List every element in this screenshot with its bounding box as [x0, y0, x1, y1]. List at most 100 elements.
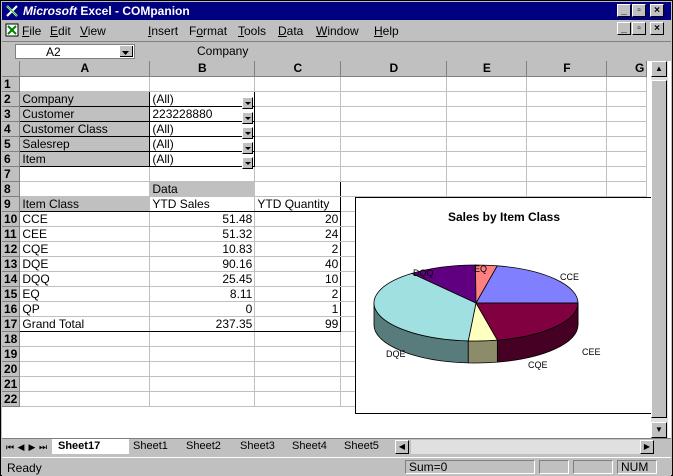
- column-header[interactable]: C: [254, 61, 342, 77]
- scroll-down-button[interactable]: ▼: [651, 422, 667, 438]
- page-field-label[interactable]: Salesrep: [19, 135, 151, 152]
- page-field-label[interactable]: Customer Class: [19, 120, 151, 137]
- cell[interactable]: [254, 166, 342, 182]
- pivot-item-class[interactable]: QP: [19, 301, 151, 317]
- row-header[interactable]: 10: [2, 211, 21, 227]
- row-header[interactable]: 17: [2, 316, 21, 332]
- cell[interactable]: [19, 180, 151, 197]
- column-header[interactable]: F: [526, 61, 608, 77]
- tab-sheet5[interactable]: Sheet5: [340, 439, 392, 454]
- cell[interactable]: [340, 151, 448, 167]
- row-header[interactable]: 11: [2, 226, 21, 242]
- tab-sheet3[interactable]: Sheet3: [236, 439, 288, 454]
- pivot-grand-total-sales[interactable]: 237.35: [149, 315, 256, 332]
- maximize-button[interactable]: ▫: [632, 4, 646, 17]
- cell[interactable]: [149, 361, 256, 377]
- column-header[interactable]: B: [149, 61, 256, 77]
- pivot-qty[interactable]: 24: [254, 226, 342, 242]
- column-header[interactable]: E: [446, 61, 528, 77]
- row-header[interactable]: 19: [2, 346, 21, 362]
- page-field-dropdown-button[interactable]: [242, 142, 253, 154]
- pivot-qty[interactable]: 1: [254, 301, 342, 317]
- row-header[interactable]: 6: [2, 151, 21, 167]
- cell[interactable]: [606, 181, 648, 197]
- pivot-item-class[interactable]: EQ: [19, 286, 151, 302]
- cell[interactable]: [149, 391, 256, 407]
- page-field-value[interactable]: (All): [149, 120, 256, 137]
- menu-help[interactable]: Help: [374, 24, 399, 38]
- hscroll-left-button[interactable]: ◀: [395, 440, 409, 454]
- row-header[interactable]: 14: [2, 271, 21, 287]
- pivot-qty[interactable]: 40: [254, 256, 342, 272]
- pivot-item-class[interactable]: DQQ: [19, 271, 151, 287]
- page-field-dropdown-button[interactable]: [242, 127, 253, 139]
- cell[interactable]: [254, 76, 342, 92]
- cell[interactable]: [254, 180, 342, 197]
- cell[interactable]: [340, 106, 448, 122]
- cell[interactable]: [149, 331, 256, 347]
- tab-sheet2[interactable]: Sheet2: [182, 439, 234, 454]
- cell[interactable]: [606, 121, 648, 137]
- page-field-dropdown-button[interactable]: [242, 157, 253, 169]
- select-all-corner[interactable]: [2, 61, 21, 77]
- row-header[interactable]: 2: [2, 91, 21, 107]
- page-field-label[interactable]: Customer: [19, 105, 151, 122]
- doc-minimize-button[interactable]: _: [617, 22, 631, 35]
- cell[interactable]: [606, 151, 648, 167]
- pivot-qty[interactable]: 2: [254, 241, 342, 257]
- cell[interactable]: [149, 376, 256, 392]
- row-header[interactable]: 18: [2, 331, 21, 347]
- cell[interactable]: [254, 151, 342, 167]
- menu-data[interactable]: Data: [278, 24, 303, 38]
- cell[interactable]: [19, 391, 151, 407]
- menu-window[interactable]: Window: [316, 24, 359, 38]
- cell[interactable]: [254, 346, 342, 362]
- tab-sheet17[interactable]: Sheet17: [52, 439, 130, 454]
- cell[interactable]: [340, 91, 448, 107]
- cell[interactable]: [254, 121, 342, 137]
- cell[interactable]: [606, 76, 648, 92]
- row-header[interactable]: 21: [2, 376, 21, 392]
- pivot-col-header[interactable]: YTD Quantity: [254, 195, 342, 212]
- row-header[interactable]: 1: [2, 76, 21, 92]
- cell[interactable]: [526, 151, 608, 167]
- minimize-button[interactable]: _: [617, 4, 631, 17]
- cell[interactable]: [606, 166, 648, 182]
- hscroll-right-button[interactable]: ▶: [640, 440, 654, 454]
- horizontal-scroll-track[interactable]: [411, 440, 641, 454]
- cell[interactable]: [446, 121, 528, 137]
- pivot-data-label[interactable]: Data: [149, 180, 256, 197]
- cell[interactable]: [606, 106, 648, 122]
- pivot-sales[interactable]: 0: [149, 301, 256, 317]
- page-field-value[interactable]: (All): [149, 90, 256, 107]
- cell[interactable]: [254, 91, 342, 107]
- column-header[interactable]: A: [19, 61, 151, 77]
- pivot-sales[interactable]: 25.45: [149, 271, 256, 287]
- cell[interactable]: [526, 91, 608, 107]
- page-field-value[interactable]: (All): [149, 150, 256, 167]
- name-box-dropdown-icon[interactable]: [120, 46, 133, 57]
- pivot-item-class[interactable]: CEE: [19, 226, 151, 242]
- cell[interactable]: [254, 331, 342, 347]
- cell[interactable]: [526, 76, 608, 92]
- page-field-label[interactable]: Company: [19, 90, 151, 107]
- cell[interactable]: [19, 331, 151, 347]
- scroll-up-button[interactable]: ▲: [651, 61, 667, 77]
- doc-restore-button[interactable]: ▫: [632, 22, 646, 35]
- cell[interactable]: [446, 106, 528, 122]
- page-field-dropdown-button[interactable]: [242, 97, 253, 109]
- pivot-item-class[interactable]: CCE: [19, 211, 151, 227]
- row-header[interactable]: 3: [2, 106, 21, 122]
- tab-sheet4[interactable]: Sheet4: [288, 439, 340, 454]
- cell[interactable]: [19, 376, 151, 392]
- pivot-grand-total-qty[interactable]: 99: [254, 315, 342, 332]
- cell[interactable]: [606, 136, 648, 152]
- page-field-value[interactable]: (All): [149, 135, 256, 152]
- column-header[interactable]: G: [606, 61, 648, 77]
- row-header[interactable]: 22: [2, 391, 21, 407]
- pivot-col-header[interactable]: YTD Sales: [149, 195, 256, 212]
- name-box[interactable]: A2: [15, 44, 135, 59]
- row-header[interactable]: 16: [2, 301, 21, 317]
- cell[interactable]: [526, 106, 608, 122]
- pivot-sales[interactable]: 90.16: [149, 256, 256, 272]
